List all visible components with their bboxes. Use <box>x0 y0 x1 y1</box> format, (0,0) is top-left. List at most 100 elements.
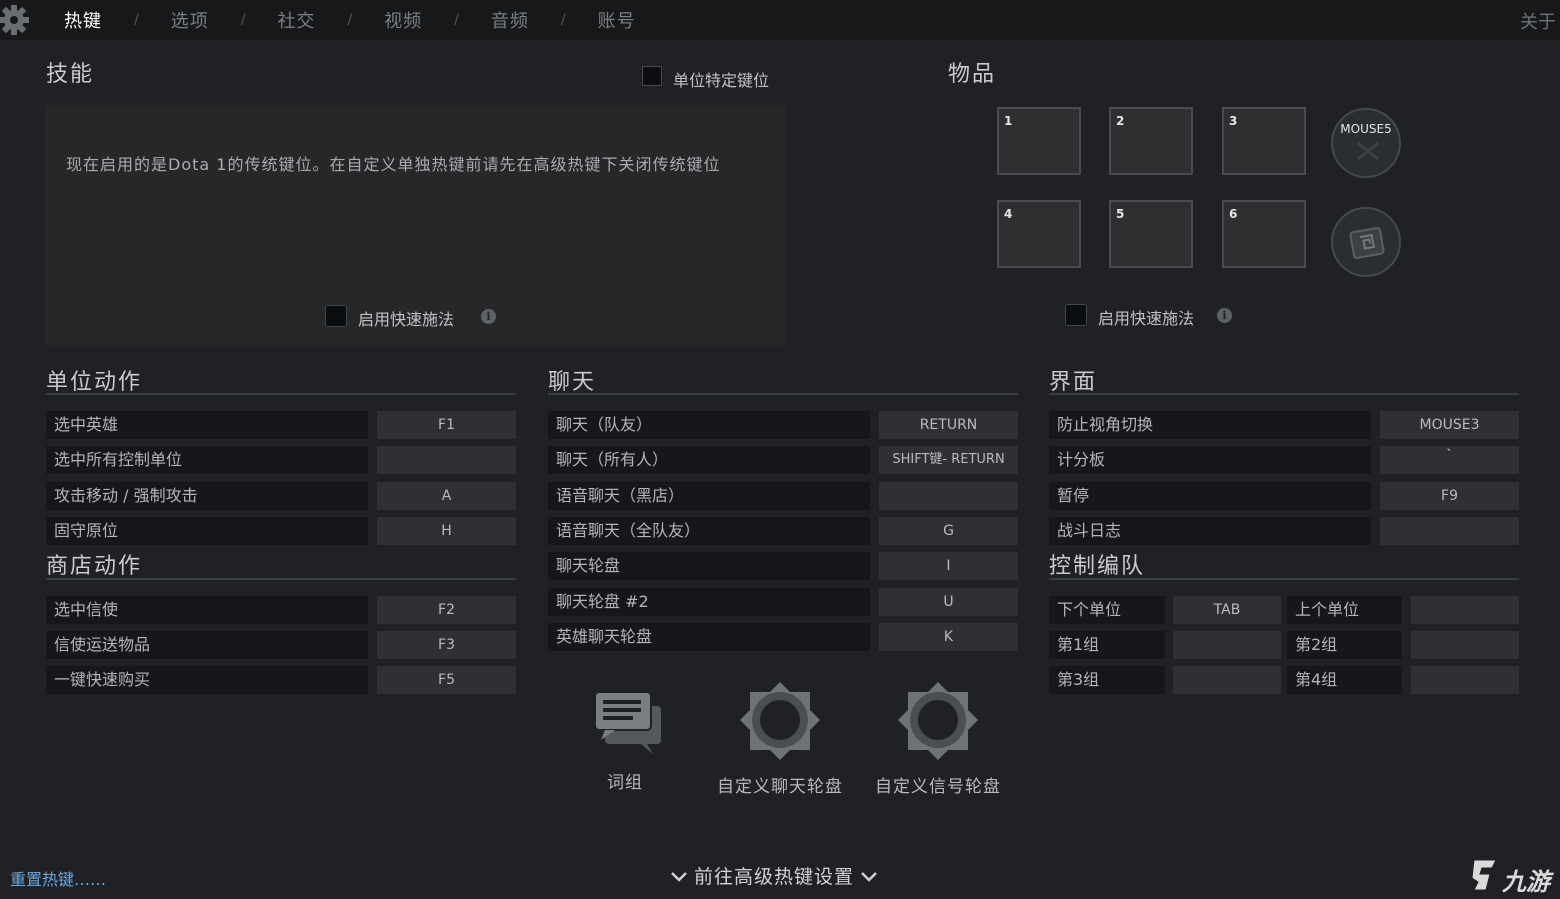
item-slot-5[interactable]: 5 <box>1109 200 1193 268</box>
section-divider <box>548 393 1018 395</box>
hotkey-label: 第3组 <box>1049 666 1165 694</box>
hotkey-key[interactable]: I <box>879 552 1018 580</box>
custom-ping-wheel-label: 自定义信号轮盘 <box>875 777 1001 797</box>
unit-actions-title: 单位动作 <box>46 370 143 395</box>
hotkey-key[interactable] <box>1173 666 1281 694</box>
hotkey-key[interactable] <box>1411 631 1519 659</box>
hotkey-key[interactable]: F9 <box>1380 482 1519 510</box>
hotkey-label: 固守原位 <box>46 517 368 545</box>
hotkey-key[interactable] <box>1411 666 1519 694</box>
phrases-label: 词组 <box>607 773 643 793</box>
advanced-hotkeys-button[interactable]: 前往高级热键设置 <box>664 862 884 889</box>
items-quickcast-checkbox[interactable] <box>1065 304 1087 326</box>
unit-specific-checkbox[interactable] <box>642 66 662 86</box>
hotkey-label: 聊天轮盘 <box>548 552 870 580</box>
section-divider <box>46 578 516 580</box>
tab-separator: / <box>240 12 246 28</box>
gear-icon[interactable] <box>0 4 32 36</box>
neutral-slot-key: MOUSE5 <box>1340 122 1392 136</box>
chevron-down-icon <box>671 871 687 882</box>
hotkey-key[interactable]: G <box>879 517 1018 545</box>
hotkey-label: 第2组 <box>1287 631 1402 659</box>
scroll-icon <box>1349 227 1385 259</box>
hotkey-label: 聊天（队友） <box>548 411 870 439</box>
item-slot-6[interactable]: 6 <box>1222 200 1306 268</box>
hotkey-key[interactable]: SHIFT键- RETURN <box>879 446 1018 474</box>
hotkey-label: 下个单位 <box>1049 596 1165 624</box>
info-icon[interactable]: i <box>481 309 496 324</box>
hotkey-key[interactable]: TAB <box>1173 596 1281 624</box>
tab-video[interactable]: 视频 <box>384 7 422 33</box>
hotkey-label: 选中英雄 <box>46 411 368 439</box>
hotkey-key[interactable]: F2 <box>377 596 516 624</box>
hotkey-key[interactable]: K <box>879 623 1018 651</box>
item-slot-3[interactable]: 3 <box>1222 107 1306 175</box>
custom-ping-wheel-button[interactable]: 自定义信号轮盘 <box>868 680 1008 797</box>
shop-actions-title: 商店动作 <box>46 554 143 579</box>
hotkey-key[interactable]: F3 <box>377 631 516 659</box>
interface-title: 界面 <box>1049 370 1098 395</box>
tab-account[interactable]: 账号 <box>598 7 636 33</box>
tab-separator: / <box>134 12 139 28</box>
chat-bubbles-icon <box>594 691 661 754</box>
items-quickcast-label: 启用快速施法 <box>1098 309 1195 328</box>
hotkey-label: 上个单位 <box>1287 596 1402 624</box>
tab-separator: / <box>347 12 353 28</box>
hotkey-key[interactable]: RETURN <box>879 411 1018 439</box>
chevron-down-icon <box>861 871 877 882</box>
tab-options[interactable]: 选项 <box>171 7 209 33</box>
custom-chat-wheel-button[interactable]: 自定义聊天轮盘 <box>710 680 850 797</box>
hotkey-label: 计分板 <box>1049 446 1371 474</box>
info-icon[interactable]: i <box>1217 308 1232 323</box>
ping-wheel-icon <box>898 682 978 760</box>
hotkey-key[interactable] <box>879 482 1018 510</box>
settings-tabs: 热键 / 选项 / 社交 / 视频 / 音频 / 账号 <box>64 8 636 32</box>
item-slot-number: 1 <box>1004 114 1013 128</box>
hotkey-label: 战斗日志 <box>1049 517 1371 545</box>
watermark-text: 九游 <box>1502 868 1550 896</box>
tp-scroll-slot[interactable] <box>1331 207 1401 277</box>
hotkey-key[interactable]: U <box>879 588 1018 616</box>
hotkey-key[interactable]: H <box>377 517 516 545</box>
hotkey-label: 第1组 <box>1049 631 1165 659</box>
hotkey-key[interactable]: F5 <box>377 666 516 694</box>
crossed-swords-icon <box>1357 141 1379 161</box>
section-divider <box>46 393 516 395</box>
custom-chat-wheel-label: 自定义聊天轮盘 <box>717 777 843 797</box>
unit-specific-label: 单位特定键位 <box>673 71 770 90</box>
tab-separator: / <box>454 12 459 28</box>
hotkey-key[interactable]: F1 <box>377 411 516 439</box>
item-slot-1[interactable]: 1 <box>997 107 1081 175</box>
hotkey-key[interactable]: ` <box>1380 446 1519 474</box>
hotkey-key[interactable] <box>1173 631 1281 659</box>
item-slot-number: 6 <box>1229 207 1238 221</box>
hotkey-key[interactable] <box>377 446 516 474</box>
reset-hotkeys-link[interactable]: 重置热键…… <box>10 866 106 890</box>
hotkey-key[interactable] <box>1380 517 1519 545</box>
item-slot-number: 3 <box>1229 114 1238 128</box>
hotkey-label: 语音聊天（黑店） <box>548 482 870 510</box>
hotkey-key[interactable]: MOUSE3 <box>1380 411 1519 439</box>
jiuyou-logo: 九游 <box>1468 854 1560 898</box>
item-slot-4[interactable]: 4 <box>997 200 1081 268</box>
chat-wheel-icon <box>740 682 820 760</box>
item-slot-number: 4 <box>1004 207 1013 221</box>
hotkey-label: 语音聊天（全队友） <box>548 517 870 545</box>
tab-hotkeys[interactable]: 热键 <box>64 7 102 33</box>
hotkey-label: 信使运送物品 <box>46 631 368 659</box>
item-slot-number: 5 <box>1116 207 1125 221</box>
neutral-item-slot[interactable]: MOUSE5 <box>1331 108 1401 178</box>
tab-audio[interactable]: 音频 <box>491 7 529 33</box>
item-slot-2[interactable]: 2 <box>1109 107 1193 175</box>
tab-social[interactable]: 社交 <box>277 7 315 33</box>
phrases-button[interactable]: 词组 <box>575 688 675 793</box>
skills-quickcast-checkbox[interactable] <box>325 305 347 327</box>
hotkey-key[interactable]: A <box>377 482 516 510</box>
skills-title: 技能 <box>46 62 95 87</box>
hotkey-key[interactable] <box>1411 596 1519 624</box>
legacy-keys-notice: 现在启用的是Dota 1的传统键位。在自定义单独热键前请先在高级热键下关闭传统键… <box>66 155 721 174</box>
hotkey-label: 攻击移动 / 强制攻击 <box>46 482 368 510</box>
about-link[interactable]: 关于 <box>1520 8 1560 34</box>
hotkey-label: 暂停 <box>1049 482 1371 510</box>
control-groups-title: 控制编队 <box>1049 554 1146 579</box>
